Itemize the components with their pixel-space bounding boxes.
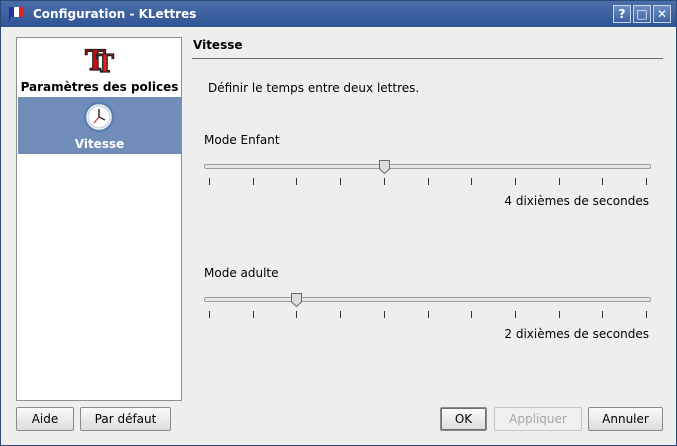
slider-tick bbox=[383, 311, 385, 318]
ok-button-label: OK bbox=[454, 412, 473, 426]
slider-tick bbox=[427, 311, 429, 318]
help-button-label: Aide bbox=[31, 412, 59, 426]
slider-tick bbox=[296, 311, 298, 318]
page-list: T T Paramètres des polices Vitesse bbox=[16, 37, 182, 401]
slider-tick bbox=[471, 311, 473, 318]
slider-tick bbox=[646, 178, 647, 185]
slider-tick bbox=[340, 178, 342, 185]
slider-tick bbox=[252, 311, 254, 318]
sidebar-item-speed[interactable]: Vitesse bbox=[18, 97, 181, 154]
slider-tick bbox=[558, 311, 560, 318]
slider-tick bbox=[252, 178, 254, 185]
sidebar-item-label: Vitesse bbox=[74, 137, 125, 151]
window-title: Configuration - KLettres bbox=[33, 7, 197, 21]
child-mode-label: Mode Enfant bbox=[204, 133, 280, 147]
slider-tick bbox=[602, 311, 604, 318]
apply-button[interactable]: Appliquer bbox=[494, 407, 582, 431]
slider-tick bbox=[209, 178, 210, 185]
ok-button[interactable]: OK bbox=[440, 407, 487, 431]
help-title-button[interactable]: ? bbox=[613, 5, 631, 23]
page-description: Définir le temps entre deux lettres. bbox=[208, 81, 420, 95]
child-mode-ticks bbox=[209, 178, 649, 185]
slider-tick bbox=[514, 178, 516, 185]
slider-tick bbox=[383, 178, 385, 185]
config-dialog: Configuration - KLettres ? □ ✕ T T Param… bbox=[0, 0, 677, 446]
slider-tick bbox=[209, 311, 210, 318]
apply-button-label: Appliquer bbox=[509, 412, 567, 426]
help-button[interactable]: Aide bbox=[16, 407, 74, 431]
clock-icon bbox=[83, 101, 115, 133]
child-mode-slider-track[interactable] bbox=[204, 164, 651, 169]
slider-tick bbox=[646, 311, 647, 318]
adult-mode-slider-handle[interactable] bbox=[291, 293, 303, 307]
adult-mode-label: Mode adulte bbox=[204, 266, 279, 280]
slider-tick bbox=[427, 178, 429, 185]
adult-mode-value: 2 dixièmes de secondes bbox=[504, 327, 649, 341]
slider-tick bbox=[471, 178, 473, 185]
adult-mode-slider-track[interactable] bbox=[204, 297, 651, 302]
font-settings-icon: T T bbox=[84, 43, 114, 75]
cancel-button-label: Annuler bbox=[602, 412, 649, 426]
page-title: Vitesse bbox=[193, 38, 243, 52]
slider-tick bbox=[514, 311, 516, 318]
svg-text:T: T bbox=[96, 49, 114, 75]
defaults-button[interactable]: Par défaut bbox=[80, 407, 171, 431]
defaults-button-label: Par défaut bbox=[94, 412, 157, 426]
slider-tick bbox=[296, 178, 298, 185]
close-button[interactable]: ✕ bbox=[653, 5, 671, 23]
flag-app-icon bbox=[9, 7, 24, 21]
maximize-button[interactable]: □ bbox=[633, 5, 651, 23]
slider-tick bbox=[558, 178, 560, 185]
slider-tick bbox=[340, 311, 342, 318]
cancel-button[interactable]: Annuler bbox=[588, 407, 663, 431]
sidebar-item-label: Paramètres des polices bbox=[20, 80, 179, 94]
slider-tick bbox=[602, 178, 604, 185]
title-bar[interactable]: Configuration - KLettres ? □ ✕ bbox=[1, 1, 676, 27]
adult-mode-ticks bbox=[209, 311, 649, 318]
sidebar-item-font-settings[interactable]: T T Paramètres des polices bbox=[18, 40, 181, 97]
child-mode-slider-handle[interactable] bbox=[378, 160, 390, 174]
child-mode-value: 4 dixièmes de secondes bbox=[504, 194, 649, 208]
title-divider bbox=[192, 58, 663, 59]
